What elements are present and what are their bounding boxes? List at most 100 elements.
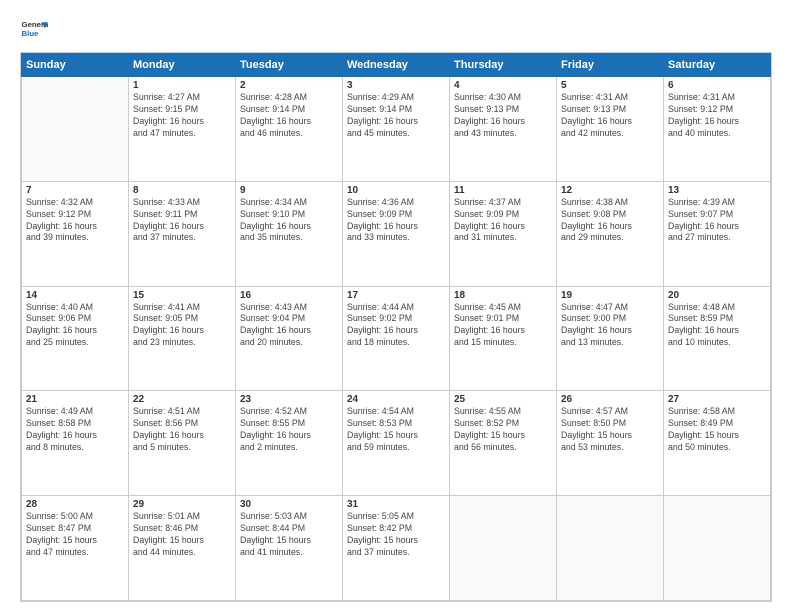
logo: General Blue [20,16,52,44]
calendar-cell: 12Sunrise: 4:38 AM Sunset: 9:08 PM Dayli… [557,181,664,286]
calendar-header-row: SundayMondayTuesdayWednesdayThursdayFrid… [22,54,771,77]
day-number: 30 [240,499,338,510]
day-info: Sunrise: 5:00 AM Sunset: 8:47 PM Dayligh… [26,511,124,559]
calendar-cell: 7Sunrise: 4:32 AM Sunset: 9:12 PM Daylig… [22,181,129,286]
calendar: SundayMondayTuesdayWednesdayThursdayFrid… [20,52,772,602]
calendar-cell: 9Sunrise: 4:34 AM Sunset: 9:10 PM Daylig… [236,181,343,286]
day-number: 9 [240,185,338,196]
day-info: Sunrise: 4:39 AM Sunset: 9:07 PM Dayligh… [668,197,766,245]
calendar-cell: 13Sunrise: 4:39 AM Sunset: 9:07 PM Dayli… [664,181,771,286]
day-header-tuesday: Tuesday [236,54,343,77]
calendar-cell: 31Sunrise: 5:05 AM Sunset: 8:42 PM Dayli… [343,496,450,601]
day-number: 31 [347,499,445,510]
day-info: Sunrise: 4:52 AM Sunset: 8:55 PM Dayligh… [240,406,338,454]
day-header-thursday: Thursday [450,54,557,77]
calendar-cell: 5Sunrise: 4:31 AM Sunset: 9:13 PM Daylig… [557,77,664,182]
day-number: 15 [133,290,231,301]
day-number: 23 [240,394,338,405]
week-row-5: 28Sunrise: 5:00 AM Sunset: 8:47 PM Dayli… [22,496,771,601]
day-header-saturday: Saturday [664,54,771,77]
day-number: 14 [26,290,124,301]
day-number: 2 [240,80,338,91]
logo-icon: General Blue [20,16,48,44]
day-number: 26 [561,394,659,405]
calendar-cell: 25Sunrise: 4:55 AM Sunset: 8:52 PM Dayli… [450,391,557,496]
day-info: Sunrise: 4:44 AM Sunset: 9:02 PM Dayligh… [347,302,445,350]
calendar-cell [22,77,129,182]
calendar-cell: 19Sunrise: 4:47 AM Sunset: 9:00 PM Dayli… [557,286,664,391]
day-info: Sunrise: 4:55 AM Sunset: 8:52 PM Dayligh… [454,406,552,454]
day-info: Sunrise: 4:30 AM Sunset: 9:13 PM Dayligh… [454,92,552,140]
header: General Blue [20,16,772,44]
calendar-cell: 27Sunrise: 4:58 AM Sunset: 8:49 PM Dayli… [664,391,771,496]
calendar-cell [450,496,557,601]
calendar-cell: 29Sunrise: 5:01 AM Sunset: 8:46 PM Dayli… [129,496,236,601]
day-info: Sunrise: 4:34 AM Sunset: 9:10 PM Dayligh… [240,197,338,245]
week-row-3: 14Sunrise: 4:40 AM Sunset: 9:06 PM Dayli… [22,286,771,391]
day-number: 10 [347,185,445,196]
day-info: Sunrise: 4:31 AM Sunset: 9:12 PM Dayligh… [668,92,766,140]
day-number: 3 [347,80,445,91]
calendar-cell: 4Sunrise: 4:30 AM Sunset: 9:13 PM Daylig… [450,77,557,182]
week-row-4: 21Sunrise: 4:49 AM Sunset: 8:58 PM Dayli… [22,391,771,496]
day-info: Sunrise: 4:33 AM Sunset: 9:11 PM Dayligh… [133,197,231,245]
day-number: 5 [561,80,659,91]
day-number: 27 [668,394,766,405]
day-info: Sunrise: 4:28 AM Sunset: 9:14 PM Dayligh… [240,92,338,140]
day-info: Sunrise: 4:45 AM Sunset: 9:01 PM Dayligh… [454,302,552,350]
day-number: 7 [26,185,124,196]
calendar-cell: 24Sunrise: 4:54 AM Sunset: 8:53 PM Dayli… [343,391,450,496]
day-info: Sunrise: 4:48 AM Sunset: 8:59 PM Dayligh… [668,302,766,350]
svg-text:Blue: Blue [22,29,40,38]
day-number: 20 [668,290,766,301]
day-info: Sunrise: 4:31 AM Sunset: 9:13 PM Dayligh… [561,92,659,140]
day-number: 6 [668,80,766,91]
day-info: Sunrise: 4:27 AM Sunset: 9:15 PM Dayligh… [133,92,231,140]
day-number: 11 [454,185,552,196]
day-info: Sunrise: 4:38 AM Sunset: 9:08 PM Dayligh… [561,197,659,245]
day-info: Sunrise: 5:03 AM Sunset: 8:44 PM Dayligh… [240,511,338,559]
day-info: Sunrise: 4:47 AM Sunset: 9:00 PM Dayligh… [561,302,659,350]
day-number: 19 [561,290,659,301]
day-info: Sunrise: 4:29 AM Sunset: 9:14 PM Dayligh… [347,92,445,140]
calendar-cell: 1Sunrise: 4:27 AM Sunset: 9:15 PM Daylig… [129,77,236,182]
day-number: 21 [26,394,124,405]
calendar-cell [664,496,771,601]
day-info: Sunrise: 5:05 AM Sunset: 8:42 PM Dayligh… [347,511,445,559]
day-number: 17 [347,290,445,301]
calendar-cell: 21Sunrise: 4:49 AM Sunset: 8:58 PM Dayli… [22,391,129,496]
day-info: Sunrise: 5:01 AM Sunset: 8:46 PM Dayligh… [133,511,231,559]
calendar-cell: 18Sunrise: 4:45 AM Sunset: 9:01 PM Dayli… [450,286,557,391]
calendar-cell: 30Sunrise: 5:03 AM Sunset: 8:44 PM Dayli… [236,496,343,601]
calendar-cell: 15Sunrise: 4:41 AM Sunset: 9:05 PM Dayli… [129,286,236,391]
day-header-friday: Friday [557,54,664,77]
day-number: 28 [26,499,124,510]
calendar-cell: 10Sunrise: 4:36 AM Sunset: 9:09 PM Dayli… [343,181,450,286]
day-info: Sunrise: 4:58 AM Sunset: 8:49 PM Dayligh… [668,406,766,454]
day-number: 24 [347,394,445,405]
calendar-cell: 16Sunrise: 4:43 AM Sunset: 9:04 PM Dayli… [236,286,343,391]
day-number: 25 [454,394,552,405]
calendar-cell: 6Sunrise: 4:31 AM Sunset: 9:12 PM Daylig… [664,77,771,182]
day-header-monday: Monday [129,54,236,77]
day-info: Sunrise: 4:41 AM Sunset: 9:05 PM Dayligh… [133,302,231,350]
day-info: Sunrise: 4:54 AM Sunset: 8:53 PM Dayligh… [347,406,445,454]
calendar-cell [557,496,664,601]
day-info: Sunrise: 4:43 AM Sunset: 9:04 PM Dayligh… [240,302,338,350]
day-info: Sunrise: 4:57 AM Sunset: 8:50 PM Dayligh… [561,406,659,454]
calendar-cell: 2Sunrise: 4:28 AM Sunset: 9:14 PM Daylig… [236,77,343,182]
calendar-cell: 20Sunrise: 4:48 AM Sunset: 8:59 PM Dayli… [664,286,771,391]
day-info: Sunrise: 4:51 AM Sunset: 8:56 PM Dayligh… [133,406,231,454]
day-number: 29 [133,499,231,510]
day-info: Sunrise: 4:49 AM Sunset: 8:58 PM Dayligh… [26,406,124,454]
calendar-cell: 11Sunrise: 4:37 AM Sunset: 9:09 PM Dayli… [450,181,557,286]
day-number: 16 [240,290,338,301]
day-number: 22 [133,394,231,405]
calendar-cell: 8Sunrise: 4:33 AM Sunset: 9:11 PM Daylig… [129,181,236,286]
day-number: 1 [133,80,231,91]
day-number: 4 [454,80,552,91]
day-info: Sunrise: 4:32 AM Sunset: 9:12 PM Dayligh… [26,197,124,245]
day-info: Sunrise: 4:40 AM Sunset: 9:06 PM Dayligh… [26,302,124,350]
calendar-cell: 3Sunrise: 4:29 AM Sunset: 9:14 PM Daylig… [343,77,450,182]
calendar-cell: 14Sunrise: 4:40 AM Sunset: 9:06 PM Dayli… [22,286,129,391]
